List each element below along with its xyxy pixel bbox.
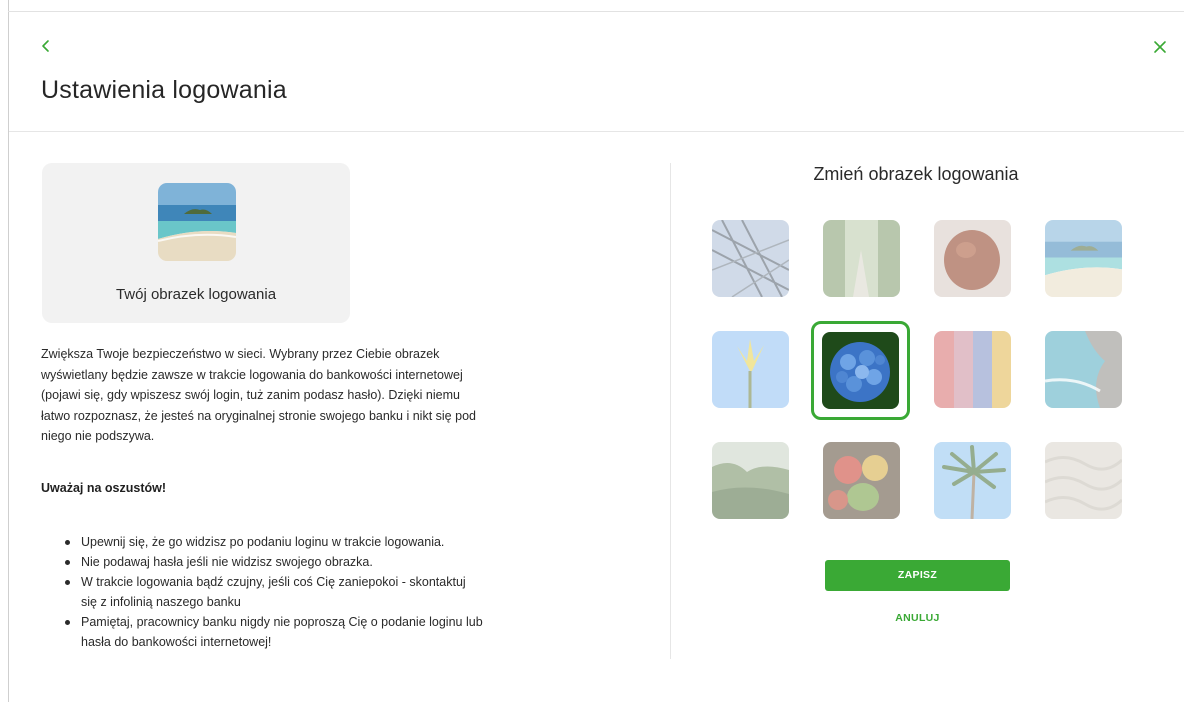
description-text: Zwiększa Twoje bezpieczeństwo w sieci. W… xyxy=(41,347,476,443)
close-button[interactable] xyxy=(1150,37,1170,57)
colored-stripes-image xyxy=(934,331,1011,408)
current-image-label: Twój obrazek logowania xyxy=(115,286,277,303)
gallery-tile-yellow-flower[interactable] xyxy=(712,331,789,408)
beach-island-image xyxy=(1045,220,1122,297)
close-icon xyxy=(1154,41,1166,53)
gallery-tile-palm-tree[interactable] xyxy=(934,442,1011,519)
gallery-tile-rocky-coast[interactable] xyxy=(1045,331,1122,408)
column-divider xyxy=(670,163,671,659)
forest-path-image xyxy=(823,220,900,297)
tip-item: W trakcie logowania bądź czujny, jeśli c… xyxy=(64,572,484,612)
beach-island-image xyxy=(158,183,236,261)
tip-item: Upewnij się, że go widzisz po podaniu lo… xyxy=(64,532,484,552)
back-button[interactable] xyxy=(36,36,56,56)
misty-forest-image xyxy=(712,442,789,519)
page-title: Ustawienia logowania xyxy=(41,76,287,104)
current-image-card: Twój obrazek logowania xyxy=(42,163,350,323)
gallery-tile-misty-forest[interactable] xyxy=(712,442,789,519)
gallery-tile-sand-texture[interactable] xyxy=(1045,442,1122,519)
gallery-tile-colored-stripes[interactable] xyxy=(934,331,1011,408)
gallery-tile-forest-path[interactable] xyxy=(823,220,900,297)
blue-hydrangea-image xyxy=(822,332,899,409)
warning-title: Uważaj na oszustów! xyxy=(41,481,167,495)
rocky-coast-image xyxy=(1045,331,1122,408)
gallery-tile-coconut[interactable] xyxy=(934,220,1011,297)
window-border-left xyxy=(8,0,9,702)
gallery-tile-beach-island[interactable] xyxy=(1045,220,1122,297)
vegetables-image xyxy=(823,442,900,519)
save-button[interactable]: ZAPISZ xyxy=(825,560,1010,591)
tip-item: Nie podawaj hasła jeśli nie widzisz swoj… xyxy=(64,552,484,572)
gallery-tile-blue-hydrangea[interactable] xyxy=(822,332,899,409)
tips-list: Upewnij się, że go widzisz po podaniu lo… xyxy=(64,532,484,652)
tip-item: Pamiętaj, pracownicy banku nigdy nie pop… xyxy=(64,612,484,652)
window-border-top xyxy=(8,11,1184,12)
chevron-left-icon xyxy=(42,40,49,52)
sand-texture-image xyxy=(1045,442,1122,519)
palm-tree-image xyxy=(934,442,1011,519)
header-divider xyxy=(9,131,1184,132)
gallery-title: Zmień obrazek logowania xyxy=(813,164,1019,184)
coconut-image xyxy=(934,220,1011,297)
glass-roof-image xyxy=(712,220,789,297)
gallery-tile-vegetables[interactable] xyxy=(823,442,900,519)
cancel-button[interactable]: ANULUJ xyxy=(825,612,1010,624)
current-image-thumbnail xyxy=(158,183,236,261)
gallery-tile-glass-roof[interactable] xyxy=(712,220,789,297)
yellow-flower-image xyxy=(712,331,789,408)
